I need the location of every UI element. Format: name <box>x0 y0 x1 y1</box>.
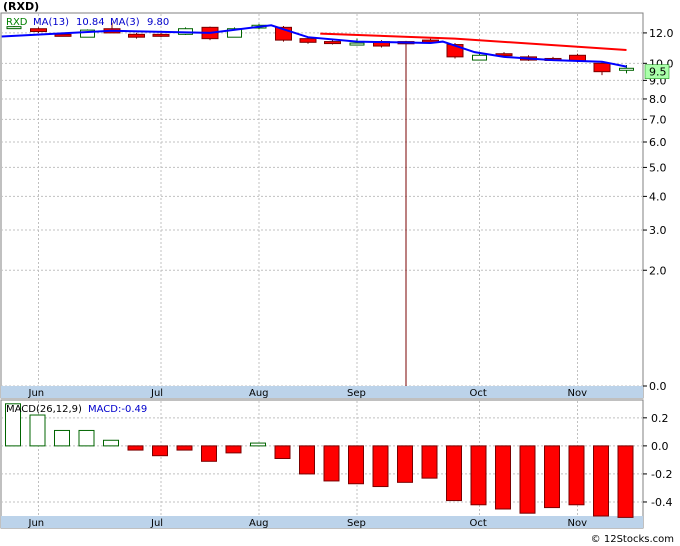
macd-bar-positive <box>78 429 95 447</box>
price-tick-label: 5.0 <box>649 161 667 174</box>
legend-ma3-label: MA(3) <box>110 17 140 28</box>
price-tick-label: 8.0 <box>649 93 667 106</box>
macd-bar-negative <box>152 445 168 457</box>
macd-tick-label: 0.0 <box>651 440 669 453</box>
macd-legend: MACD(26,12,9) MACD:-0.49 <box>6 404 147 415</box>
macd-x-tick-label: Oct <box>470 518 487 529</box>
macd-bar-positive <box>29 414 46 447</box>
macd-bar-negative <box>519 445 536 514</box>
macd-legend-value: MACD:-0.49 <box>88 404 147 415</box>
macd-x-tick-label: Jul <box>150 518 163 529</box>
macd-bar-positive <box>54 429 70 447</box>
candle-down <box>54 33 72 37</box>
macd-tick-label: -0.4 <box>651 496 672 509</box>
macd-legend-label: MACD(26,12,9) <box>6 404 82 415</box>
candle-up <box>472 54 487 61</box>
macd-bar-positive <box>250 442 266 447</box>
chart-title: (RXD) <box>3 0 39 13</box>
candle-down <box>30 28 47 33</box>
candle-down <box>152 33 170 37</box>
macd-bar-negative <box>299 445 315 475</box>
macd-tick-label: 0.2 <box>651 412 669 425</box>
macd-bar-negative <box>323 445 340 482</box>
macd-bar-negative <box>372 445 389 488</box>
candle-down <box>593 62 611 73</box>
macd-bar-negative <box>593 445 609 517</box>
macd-bar-negative <box>348 445 364 485</box>
price-x-tick-label: Aug <box>249 388 269 399</box>
macd-tick-label: -0.2 <box>651 468 672 481</box>
candle-down <box>299 38 317 43</box>
price-x-tick-label: Jun <box>28 388 45 399</box>
macd-x-tick-label: Jun <box>28 518 45 529</box>
macd-bar-negative <box>176 445 193 451</box>
price-chart: (RXD) 12.010.09.08.07.06.05.04.03.02.00.… <box>0 0 674 545</box>
legend-ma13-label: MA(13) <box>33 17 69 28</box>
macd-bar-negative <box>446 445 462 502</box>
price-x-tick-label: Sep <box>347 388 366 399</box>
price-tick-label: 3.0 <box>649 224 667 237</box>
macd-bar-negative <box>201 445 217 462</box>
candle-up <box>349 42 365 46</box>
price-x-tick-label: Nov <box>568 388 588 399</box>
macd-bar-negative <box>568 445 585 506</box>
macd-bar-negative <box>127 445 144 451</box>
macd-bar-negative <box>617 445 634 518</box>
macd-bar-negative <box>544 445 560 509</box>
macd-x-tick-label: Sep <box>347 518 366 529</box>
macd-bar-negative <box>225 445 242 454</box>
price-x-tick-label: Oct <box>470 388 487 399</box>
candle-down <box>128 33 145 38</box>
macd-y-axis: 0.2 0.0 -0.2 -0.4 <box>643 412 672 509</box>
legend-ma3-value: 9.80 <box>147 17 169 28</box>
macd-x-tick-label: Aug <box>249 518 269 529</box>
price-tick-label: 0.0 <box>649 380 667 393</box>
last-price-badge: 9.5 <box>644 64 670 79</box>
macd-bar-positive <box>103 439 119 447</box>
price-y-axis: 12.010.09.08.07.06.05.04.03.02.00.0 <box>643 27 674 393</box>
macd-bar-negative <box>421 445 438 479</box>
macd-x-axis-strip <box>1 516 643 528</box>
macd-bar-negative <box>397 445 413 483</box>
last-price-value: 9.5 <box>649 66 667 79</box>
price-tick-label: 6.0 <box>649 136 667 149</box>
site-credit: © 12Stocks.com <box>591 534 674 545</box>
price-tick-label: 4.0 <box>649 190 667 203</box>
price-tick-label: 7.0 <box>649 113 667 126</box>
macd-bar-negative <box>274 445 291 460</box>
legend-ticker: RXD <box>6 17 28 28</box>
legend-ma13-value: 10.84 <box>76 17 105 28</box>
macd-bar-negative <box>495 445 511 510</box>
price-tick-label: 2.0 <box>649 264 667 277</box>
price-panel-frame <box>0 12 644 399</box>
macd-bar-negative <box>470 445 487 506</box>
candle-up <box>619 67 634 71</box>
price-x-axis-strip <box>1 386 643 398</box>
price-tick-label: 12.0 <box>649 27 674 40</box>
candle-down <box>324 41 341 45</box>
price-x-tick-label: Jul <box>150 388 163 399</box>
macd-x-tick-label: Nov <box>568 518 588 529</box>
